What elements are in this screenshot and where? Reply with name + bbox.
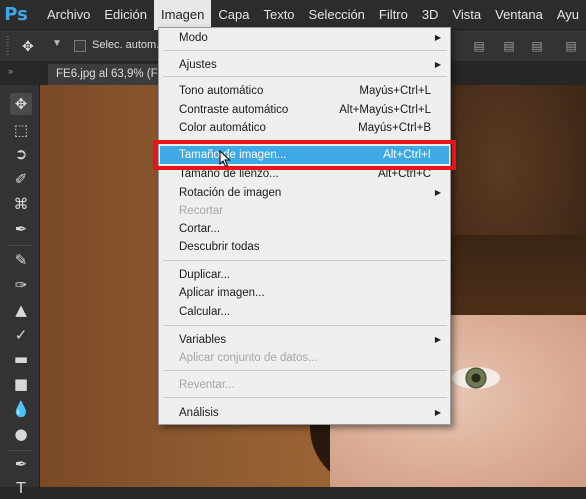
menu-item-aplicar-imagen[interactable]: Aplicar imagen... [160,284,449,302]
menu-item-contraste-automatico[interactable]: Contraste automático Alt+Mayús+Ctrl+L [160,101,449,119]
submenu-arrow-icon: ▶ [434,408,441,417]
menu-archivo[interactable]: Archivo [40,0,97,30]
menu-texto[interactable]: Texto [256,0,301,30]
menu-separator [163,50,447,51]
menu-separator [163,370,447,371]
menu-item-tono-automatico[interactable]: Tono automático Mayús+Ctrl+L [160,82,449,100]
photoshop-logo: Ps [4,1,29,28]
menu-item-reventar: Reventar... [179,379,235,391]
pen-tool-icon[interactable]: ✒ [10,453,32,475]
marquee-tool-icon[interactable]: ⬚ [10,119,32,141]
mouse-cursor-icon [219,150,231,168]
imagen-menu: Modo ▶ Ajustes ▶ Tono automático Mayús+C… [158,27,451,425]
menu-3d[interactable]: 3D [415,0,446,30]
highlight-annotation-box [153,140,456,170]
quick-selection-tool-icon[interactable]: ✐ [10,168,32,190]
toolbox-divider [8,245,34,246]
submenu-arrow-icon: ▶ [434,188,441,197]
menu-item-variables[interactable]: Variables ▶ [160,331,449,349]
lasso-tool-icon[interactable]: ➲ [10,143,32,165]
eyedropper-tool-icon[interactable]: ✒ [10,218,32,240]
chevron-down-icon[interactable]: ▼ [52,38,62,49]
align-bottom-icon[interactable]: ▤ [530,39,544,53]
healing-brush-tool-icon[interactable]: ✎ [10,249,32,271]
submenu-arrow-icon: ▶ [434,60,441,69]
menu-seleccion[interactable]: Selección [302,0,372,30]
blur-tool-icon[interactable]: 💧 [10,398,32,420]
history-brush-tool-icon[interactable]: ✓ [10,324,32,346]
clone-stamp-tool-icon[interactable]: ▲ [10,299,32,321]
menu-item-cortar[interactable]: Cortar... [160,220,449,238]
toolbox: ✥ ⬚ ➲ ✐ ⌘ ✒ ✎ ✑ ▲ ✓ ▬ ■ 💧 ● ✒ T [0,85,40,497]
menu-item-descubrir-todas[interactable]: Descubrir todas [160,238,449,256]
dodge-tool-icon[interactable]: ● [10,423,32,445]
collapse-panel-icon[interactable]: » [8,66,13,76]
menu-bar: Ps Archivo Edición Imagen Capa Texto Sel… [0,0,586,30]
brush-tool-icon[interactable]: ✑ [10,274,32,296]
toolbox-divider [8,450,34,451]
auto-select-label: Selec. autom.: [92,39,163,51]
menu-imagen[interactable]: Imagen [154,0,212,30]
menu-item-recortar: Recortar [179,205,224,217]
align-top-icon[interactable]: ▤ [472,39,486,53]
align-left-icon[interactable]: ▤ [564,39,578,53]
eraser-tool-icon[interactable]: ▬ [10,348,32,370]
menu-separator [163,325,447,326]
menu-item-modo[interactable]: Modo ▶ [160,29,449,47]
menu-capa[interactable]: Capa [211,0,256,30]
align-vcenter-icon[interactable]: ▤ [502,39,516,53]
menu-item-ajustes[interactable]: Ajustes ▶ [160,56,449,74]
menu-item-calcular[interactable]: Calcular... [160,303,449,321]
menu-separator [163,260,447,261]
move-tool-icon[interactable]: ✥ [22,38,34,55]
menu-edicion[interactable]: Edición [97,0,154,30]
type-tool-icon[interactable]: T [10,477,32,499]
menu-item-aplicar-conjunto-datos: Aplicar conjunto de datos... [179,352,318,364]
menu-item-analisis[interactable]: Análisis ▶ [160,404,449,422]
menu-ventana[interactable]: Ventana [488,0,550,30]
grip-handle[interactable] [6,36,9,56]
submenu-arrow-icon: ▶ [434,335,441,344]
menu-item-color-automatico[interactable]: Color automático Mayús+Ctrl+B [160,119,449,137]
menu-vista[interactable]: Vista [445,0,488,30]
photo-eye-region [452,367,500,389]
menu-separator [163,76,447,77]
menu-filtro[interactable]: Filtro [372,0,415,30]
submenu-arrow-icon: ▶ [434,33,441,42]
auto-select-checkbox[interactable] [74,40,86,52]
menu-ayuda[interactable]: Ayu [550,0,586,30]
menu-separator [163,397,447,398]
crop-tool-icon[interactable]: ⌘ [10,193,32,215]
menu-item-rotacion[interactable]: Rotación de imagen ▶ [160,184,449,202]
menu-item-duplicar[interactable]: Duplicar... [160,266,449,284]
gradient-tool-icon[interactable]: ■ [10,373,32,395]
move-tool-icon[interactable]: ✥ [10,93,32,115]
